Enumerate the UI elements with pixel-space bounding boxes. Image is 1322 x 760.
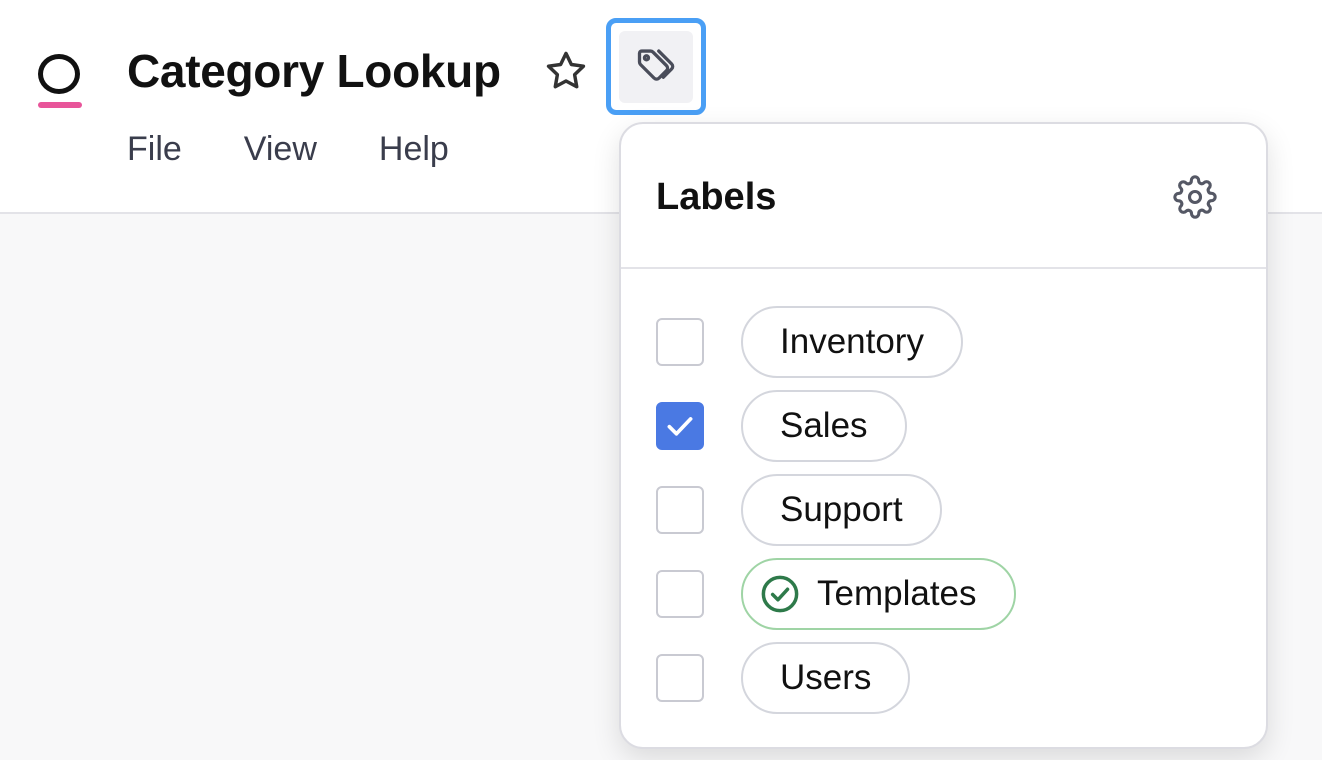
star-icon [546,51,586,89]
checkbox-sales[interactable] [656,402,704,450]
label-row-templates: Templates [656,558,1216,642]
chip-templates[interactable]: Templates [741,558,1016,630]
menu-view[interactable]: View [244,130,317,169]
logo-ring [38,54,80,94]
tags-icon [637,48,675,81]
labels-button-inner [619,30,693,103]
popover-title: Labels [656,176,777,218]
chip-label: Support [780,490,903,529]
chip-sales[interactable]: Sales [741,390,907,462]
label-row-users: Users [656,642,1216,726]
chip-label: Inventory [780,322,924,361]
checkbox-support[interactable] [656,486,704,534]
chip-inventory[interactable]: Inventory [741,306,963,378]
logo-underline [38,102,82,108]
chip-users[interactable]: Users [741,642,911,714]
document-title[interactable]: Category Lookup [127,44,501,98]
labels-button[interactable] [606,18,706,115]
app-logo[interactable] [36,52,84,110]
checkbox-inventory[interactable] [656,318,704,366]
popover-header: Labels [621,124,1266,269]
checkbox-users[interactable] [656,654,704,702]
label-row-inventory: Inventory [656,306,1216,390]
label-list: Inventory Sales Support Templates Users [656,306,1216,726]
chip-label: Users [780,658,872,697]
settings-button[interactable] [1172,174,1218,220]
label-row-sales: Sales [656,390,1216,474]
menu-bar: File View Help [127,130,511,169]
menu-help[interactable]: Help [379,130,449,169]
menu-file[interactable]: File [127,130,182,169]
chip-label: Sales [780,406,868,445]
chip-support[interactable]: Support [741,474,942,546]
label-row-support: Support [656,474,1216,558]
checkbox-templates[interactable] [656,570,704,618]
star-button[interactable] [540,46,592,96]
gear-icon [1173,175,1217,219]
check-circle-icon [759,573,801,615]
chip-label: Templates [817,574,977,613]
checkmark-icon [667,417,693,436]
labels-popover: Labels Inventory Sales Support Templates… [619,122,1268,749]
